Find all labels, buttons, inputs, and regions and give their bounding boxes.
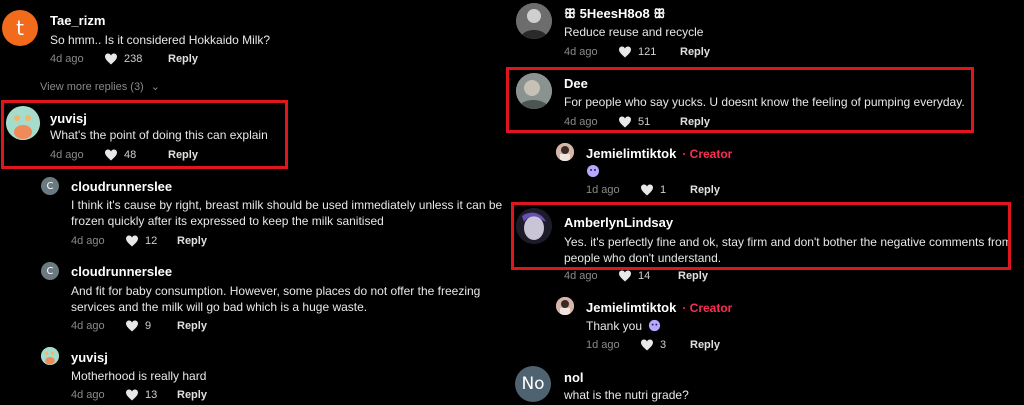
username[interactable]: ꕥ 5HeesH8o8 ꕥ <box>564 6 665 22</box>
creator-badge: · Creator <box>682 147 733 161</box>
heart-icon[interactable] <box>618 270 632 282</box>
view-more-replies[interactable]: View more replies (3) ⌄ <box>40 80 160 93</box>
comment-meta: 4d ago 14 Reply <box>564 270 708 282</box>
timestamp: 4d ago <box>50 53 84 65</box>
timestamp: 4d ago <box>71 235 105 247</box>
comment-meta: 1d ago 1 Reply <box>586 184 720 196</box>
timestamp: 4d ago <box>564 270 598 282</box>
timestamp: 4d ago <box>564 46 598 58</box>
reply-button[interactable]: Reply <box>690 339 720 351</box>
comment-meta: 1d ago 3 Reply <box>586 339 720 351</box>
comment-text: Motherhood is really hard <box>71 369 207 383</box>
heart-icon[interactable] <box>125 320 139 332</box>
timestamp: 4d ago <box>71 320 105 332</box>
chevron-down-icon: ⌄ <box>150 81 161 93</box>
avatar[interactable]: C <box>41 177 59 195</box>
username[interactable]: Jemielimtiktok · Creator <box>586 146 732 161</box>
avatar-image <box>41 347 59 365</box>
comment-text: what is the nutri grade? <box>564 388 689 402</box>
reply-button[interactable]: Reply <box>680 46 710 58</box>
highlight-box <box>1 100 288 169</box>
ghost-emoji-icon <box>649 319 661 332</box>
highlight-box <box>511 202 1011 270</box>
avatar-image <box>556 297 574 315</box>
like-count: 14 <box>638 270 651 282</box>
heart-icon[interactable] <box>104 53 118 65</box>
like-count: 12 <box>145 235 158 247</box>
comment-text: I think it's cause by right, breast milk… <box>71 198 503 212</box>
like-count: 9 <box>145 320 152 332</box>
comment-meta: 4d ago 13 Reply <box>71 389 207 401</box>
like-count: 121 <box>638 46 657 58</box>
comment-text: And fit for baby consumption. However, s… <box>71 284 481 298</box>
reply-button[interactable]: Reply <box>177 235 207 247</box>
comment-text: So hmm.. Is it considered Hokkaido Milk? <box>50 33 271 47</box>
like-count: 13 <box>145 389 158 401</box>
reply-button[interactable]: Reply <box>177 389 207 401</box>
avatar-image <box>516 3 552 39</box>
timestamp: 4d ago <box>71 389 105 401</box>
heart-icon[interactable] <box>618 46 632 58</box>
comment-text: frozen quickly after its expressed to ke… <box>71 214 384 228</box>
reply-button[interactable]: Reply <box>177 320 207 332</box>
avatar-image <box>556 143 574 161</box>
username[interactable]: nol <box>564 370 584 385</box>
avatar-letter: t <box>16 16 24 40</box>
comment-text: Thank you <box>586 318 661 334</box>
reply-button[interactable]: Reply <box>168 53 198 65</box>
heart-icon[interactable] <box>125 235 139 247</box>
timestamp: 1d ago <box>586 184 620 196</box>
comment-meta: 4d ago 238 Reply <box>50 53 198 65</box>
username[interactable]: yuvisj <box>71 350 108 365</box>
comment-meta: 4d ago 12 Reply <box>71 235 207 247</box>
avatar[interactable]: C <box>41 262 59 280</box>
username[interactable]: cloudrunnerslee <box>71 264 172 279</box>
avatar[interactable]: No <box>515 366 551 402</box>
username[interactable]: Jemielimtiktok · Creator <box>586 300 732 315</box>
username-text: Jemielimtiktok <box>586 146 677 161</box>
username[interactable]: Tae_rizm <box>50 13 105 28</box>
avatar[interactable]: t <box>2 10 38 46</box>
ghost-emoji-icon <box>586 164 600 183</box>
avatar-letter: C <box>46 265 54 277</box>
highlight-box <box>506 67 974 133</box>
avatar[interactable] <box>516 3 552 39</box>
view-more-label: View more replies (3) <box>40 81 144 93</box>
avatar[interactable] <box>556 297 574 315</box>
comment-text-content: Thank you <box>586 319 643 333</box>
username[interactable]: cloudrunnerslee <box>71 179 172 194</box>
avatar-letter: No <box>521 374 545 394</box>
reply-button[interactable]: Reply <box>678 270 708 282</box>
avatar-letter: C <box>46 180 54 192</box>
comment-meta: 4d ago 121 Reply <box>564 46 710 58</box>
timestamp: 1d ago <box>586 339 620 351</box>
comment-text: services and the milk will go bad which … <box>71 300 368 314</box>
comment-text: Reduce reuse and recycle <box>564 25 704 39</box>
username-text: Jemielimtiktok <box>586 300 677 315</box>
avatar[interactable] <box>556 143 574 161</box>
reply-button[interactable]: Reply <box>690 184 720 196</box>
heart-icon[interactable] <box>640 339 654 351</box>
like-count: 3 <box>660 339 667 351</box>
creator-badge: · Creator <box>682 301 733 315</box>
heart-icon[interactable] <box>640 184 654 196</box>
heart-icon[interactable] <box>125 389 139 401</box>
comment-meta: 4d ago 9 Reply <box>71 320 207 332</box>
like-count: 1 <box>660 184 667 196</box>
like-count: 238 <box>124 53 143 65</box>
avatar[interactable] <box>41 347 59 365</box>
